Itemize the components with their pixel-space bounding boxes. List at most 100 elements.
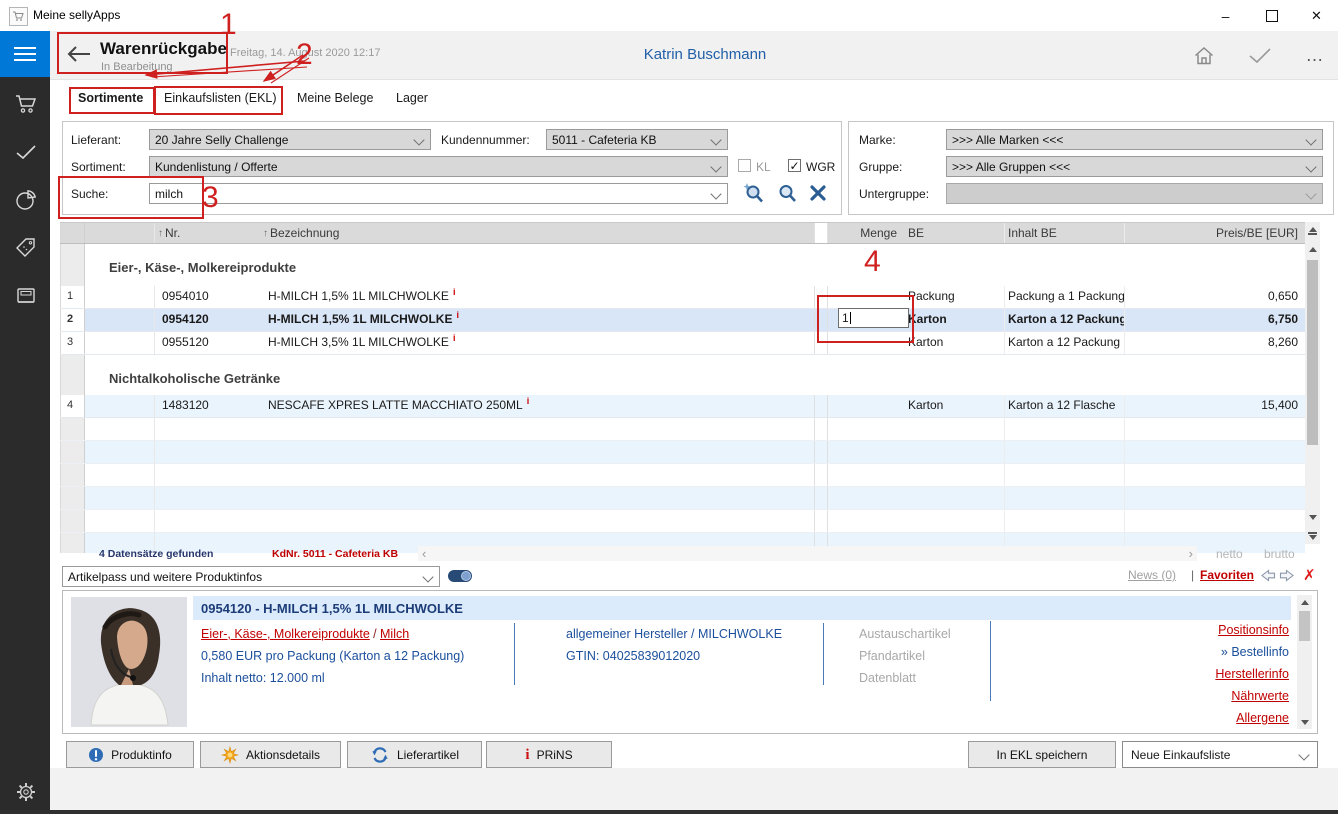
brutto-toggle[interactable]: brutto — [1264, 547, 1295, 561]
in-ekl-speichern-button[interactable]: In EKL speichern — [968, 741, 1116, 768]
minimize-button[interactable]: – — [1203, 0, 1248, 31]
infopanel-select[interactable]: Artikelpass und weitere Produktinfos — [62, 566, 440, 587]
scroll-up-button[interactable] — [1305, 242, 1320, 256]
close-infopanel-button[interactable]: ✗ — [1303, 566, 1316, 584]
text-caret — [850, 312, 851, 324]
info-marker-icon: i — [453, 333, 456, 343]
maximize-button[interactable] — [1249, 0, 1294, 31]
menu-button[interactable] — [0, 31, 50, 77]
confirm-button[interactable] — [1245, 41, 1275, 69]
search-input[interactable]: milch — [149, 183, 728, 204]
tag-icon — [14, 236, 38, 260]
empty-row — [60, 464, 1305, 487]
news-link[interactable]: News (0) — [1128, 568, 1176, 582]
search-icon — [775, 182, 799, 205]
group-name: Eier-, Käse-, Molkereiprodukte — [85, 244, 1305, 286]
close-button[interactable]: ✕ — [1294, 0, 1338, 31]
table-row[interactable]: 4 1483120 NESCAFE XPRES LATTE MACCHIATO … — [60, 395, 1305, 418]
more-options-button[interactable]: … — [1300, 41, 1330, 69]
tab-meine-belege[interactable]: Meine Belege — [297, 91, 373, 105]
table-row[interactable]: 3 0955120 H-MILCH 3,5% 1L MILCHWOLKEi Ka… — [60, 332, 1305, 355]
chevron-down-icon — [1305, 188, 1316, 199]
kl-checkbox[interactable] — [738, 159, 751, 172]
table-row-selected[interactable]: 2 0954120 H-MILCH 1,5% 1L MILCHWOLKEi Ka… — [60, 309, 1305, 332]
search-sparkle-icon — [742, 182, 766, 205]
product-info-panel: 0954120 - H-MILCH 1,5% 1L MILCHWOLKE Eie… — [62, 590, 1318, 734]
scroll-down-button[interactable] — [1297, 715, 1312, 729]
column-header-nr[interactable]: ↑Nr. — [155, 223, 260, 243]
scroll-bottom-button[interactable] — [1305, 526, 1320, 544]
tab-lager[interactable]: Lager — [396, 91, 428, 105]
scrollbar-thumb[interactable] — [1307, 260, 1318, 445]
records-found-status: 4 Datensätze gefunden — [99, 548, 213, 560]
table-scrollbar[interactable] — [1305, 222, 1320, 544]
next-article-button[interactable] — [1279, 569, 1295, 582]
sidebar-item-tasks[interactable] — [14, 140, 38, 164]
home-button[interactable] — [1189, 41, 1219, 69]
lieferant-select[interactable]: 20 Jahre Selly Challenge — [149, 129, 431, 150]
empty-row — [60, 441, 1305, 464]
column-header-bezeichnung[interactable]: ↑Bezeichnung — [260, 223, 814, 243]
sidebar-item-statistics[interactable] — [14, 188, 38, 212]
scroll-down-button[interactable] — [1305, 510, 1320, 524]
scroll-up-button[interactable] — [1297, 595, 1312, 609]
column-header-preis[interactable]: Preis/BE [EUR] — [1125, 223, 1305, 243]
scroll-left-icon[interactable]: ‹ — [418, 547, 430, 560]
column-header-menge[interactable]: Menge — [828, 223, 905, 243]
positionsinfo-link[interactable]: Positionsinfo — [1218, 623, 1289, 637]
customer-number-status: KdNr. 5011 - Cafeteria KB — [272, 548, 398, 560]
column-header-be[interactable]: BE — [905, 223, 1005, 243]
marke-select[interactable]: >>> Alle Marken <<< — [946, 129, 1323, 150]
chevron-down-icon — [422, 571, 433, 582]
tab-einkaufslisten[interactable]: Einkaufslisten (EKL) — [164, 91, 277, 105]
quantity-input[interactable]: 1 — [838, 308, 909, 328]
info-marker-icon: i — [527, 396, 530, 406]
back-arrow-icon — [66, 44, 92, 64]
gear-icon — [14, 780, 38, 804]
wgr-label: WGR — [806, 160, 835, 174]
table-row[interactable]: 1 0954010 H-MILCH 1,5% 1L MILCHWOLKEi Pa… — [60, 286, 1305, 309]
tab-sortimente[interactable]: Sortimente — [78, 91, 143, 105]
herstellerinfo-link[interactable]: Herstellerinfo — [1215, 667, 1289, 681]
kundennummer-select[interactable]: 5011 - Cafeteria KB — [546, 129, 728, 150]
allergene-link[interactable]: Allergene — [1236, 711, 1289, 725]
neue-einkaufsliste-select[interactable]: Neue Einkaufsliste — [1122, 741, 1318, 768]
clear-search-button[interactable] — [809, 184, 827, 202]
lieferartikel-button[interactable]: Lieferartikel — [347, 741, 482, 768]
product-title: 0954120 - H-MILCH 1,5% 1L MILCHWOLKE — [193, 596, 1291, 620]
back-button[interactable] — [66, 44, 92, 64]
sortiment-select[interactable]: Kundenlistung / Offerte — [149, 156, 728, 177]
group-name: Nichtalkoholische Getränke — [85, 355, 1305, 395]
sidebar-item-offers[interactable] — [14, 236, 38, 260]
horizontal-scrollbar[interactable]: ‹ › — [418, 546, 1197, 561]
search-button[interactable] — [775, 182, 799, 205]
window-edge — [0, 810, 1338, 814]
chevron-down-icon — [1298, 749, 1309, 760]
hamburger-icon — [14, 47, 36, 49]
scroll-top-button[interactable] — [1305, 222, 1320, 240]
gruppe-label: Gruppe: — [859, 160, 902, 174]
previous-article-button[interactable] — [1260, 569, 1276, 582]
advanced-search-button[interactable] — [742, 182, 766, 205]
sidebar-item-catalog[interactable] — [14, 284, 38, 308]
produktinfo-button[interactable]: Produktinfo — [66, 741, 194, 768]
column-header-inhalt-be[interactable]: Inhalt BE — [1005, 223, 1125, 243]
netto-toggle[interactable]: netto — [1216, 547, 1243, 561]
wgr-checkbox[interactable]: ✓ — [788, 159, 801, 172]
book-icon — [15, 286, 37, 306]
panel-scrollbar[interactable] — [1297, 595, 1312, 729]
prins-button[interactable]: i PRiNS — [486, 741, 612, 768]
bestellinfo-link[interactable]: » Bestellinfo — [1221, 645, 1289, 659]
sidebar-item-settings[interactable] — [14, 780, 38, 804]
page-date: Freitag, 14. August 2020 12:17 — [230, 47, 380, 59]
scroll-right-icon[interactable]: › — [1185, 547, 1197, 560]
group-header: Eier-, Käse-, Molkereiprodukte — [60, 244, 1305, 286]
footer-area — [50, 768, 1338, 810]
scrollbar-thumb[interactable] — [1299, 611, 1310, 641]
sidebar-item-cart[interactable] — [14, 92, 38, 116]
favorites-link[interactable]: Favoriten — [1200, 568, 1254, 582]
naehrwerte-link[interactable]: Nährwerte — [1231, 689, 1289, 703]
aktionsdetails-button[interactable]: Aktionsdetails — [200, 741, 341, 768]
gruppe-select[interactable]: >>> Alle Gruppen <<< — [946, 156, 1323, 177]
infopanel-toggle[interactable] — [448, 570, 472, 582]
